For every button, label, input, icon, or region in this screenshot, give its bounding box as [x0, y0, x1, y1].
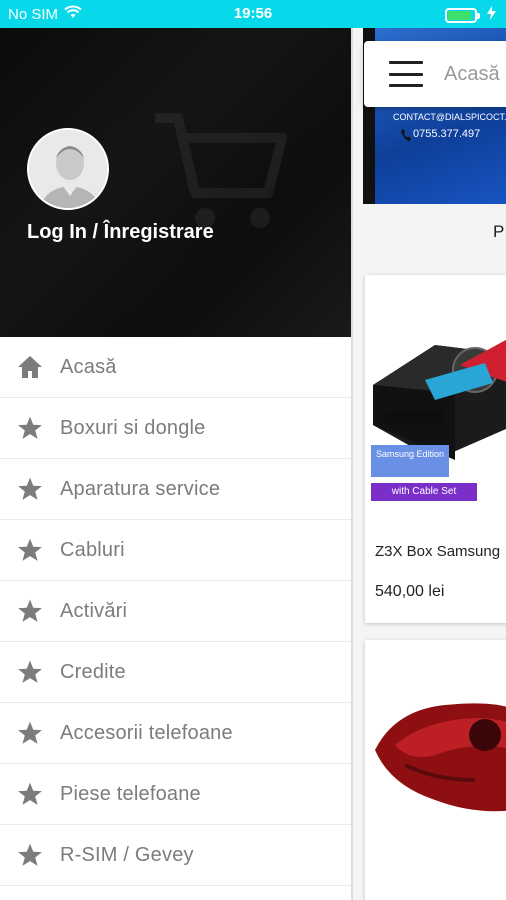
battery-icon — [445, 7, 480, 23]
menu-item-label: Piese telefoane — [60, 782, 201, 805]
status-right — [445, 6, 496, 24]
main-content[interactable]: CONTACT@DIALSPICOCT.RO 0755.377.497 Acas… — [353, 28, 506, 900]
star-icon — [16, 475, 44, 503]
avatar-person-icon — [29, 130, 107, 208]
product-image — [365, 640, 506, 900]
drawer-menu: Acasă Boxuri si dongle Aparatura service… — [0, 337, 351, 886]
product-card[interactable]: Samsung Edition with Cable Set Z3X Box S… — [365, 275, 506, 623]
drawer-header: Log In / Înregistrare — [0, 28, 351, 337]
product-price: 540,00 lei — [375, 583, 445, 600]
edition-badge: Samsung Edition — [371, 445, 449, 477]
star-icon — [16, 658, 44, 686]
star-icon — [16, 597, 44, 625]
menu-item-boxuri[interactable]: Boxuri si dongle — [0, 398, 351, 459]
phone-icon — [401, 128, 411, 146]
section-heading: P — [493, 222, 505, 241]
cable-set-badge: with Cable Set — [371, 483, 477, 501]
z3x-box-image — [373, 339, 506, 460]
home-icon — [16, 353, 44, 381]
menu-item-accesorii[interactable]: Accesorii telefoane — [0, 703, 351, 764]
menu-item-rsim[interactable]: R-SIM / Gevey — [0, 825, 351, 886]
star-icon — [16, 841, 44, 869]
star-icon — [16, 414, 44, 442]
status-time: 19:56 — [233, 5, 273, 22]
menu-item-label: Accesorii telefoane — [60, 721, 233, 744]
menu-item-cabluri[interactable]: Cabluri — [0, 520, 351, 581]
app-bar-title: Acasă — [444, 62, 500, 85]
menu-item-label: R-SIM / Gevey — [60, 843, 194, 866]
menu-item-acasa[interactable]: Acasă — [0, 337, 351, 398]
banner-contact-text: CONTACT@DIALSPICOCT.RO — [393, 112, 506, 122]
menu-item-piese[interactable]: Piese telefoane — [0, 764, 351, 825]
nav-drawer: Log In / Înregistrare Acasă Boxuri si do… — [0, 28, 351, 900]
hamburger-menu-icon[interactable] — [389, 61, 423, 87]
red-dongle-image — [375, 703, 506, 812]
login-register-link[interactable]: Log In / Înregistrare — [27, 221, 214, 244]
menu-item-label: Aparatura service — [60, 477, 221, 500]
star-icon — [16, 536, 44, 564]
product-image: Samsung Edition with Cable Set — [365, 275, 506, 515]
charging-icon — [487, 6, 496, 24]
menu-item-aparatura[interactable]: Aparatura service — [0, 459, 351, 520]
menu-item-label: Boxuri si dongle — [60, 416, 206, 439]
status-bar: No SIM 19:56 — [0, 0, 506, 28]
banner-phone-number: 0755.377.497 — [413, 128, 481, 140]
menu-item-label: Activări — [60, 599, 128, 622]
star-icon — [16, 780, 44, 808]
product-card[interactable] — [365, 640, 506, 900]
menu-item-label: Cabluri — [60, 538, 125, 561]
user-avatar[interactable] — [27, 128, 109, 210]
star-icon — [16, 719, 44, 747]
menu-item-label: Acasă — [60, 355, 117, 378]
app-bar: Acasă — [364, 41, 506, 107]
menu-item-credite[interactable]: Credite — [0, 642, 351, 703]
menu-item-label: Credite — [60, 660, 126, 683]
battery-fill — [448, 10, 472, 20]
product-title: Z3X Box Samsung — [375, 543, 501, 560]
menu-item-activari[interactable]: Activări — [0, 581, 351, 642]
